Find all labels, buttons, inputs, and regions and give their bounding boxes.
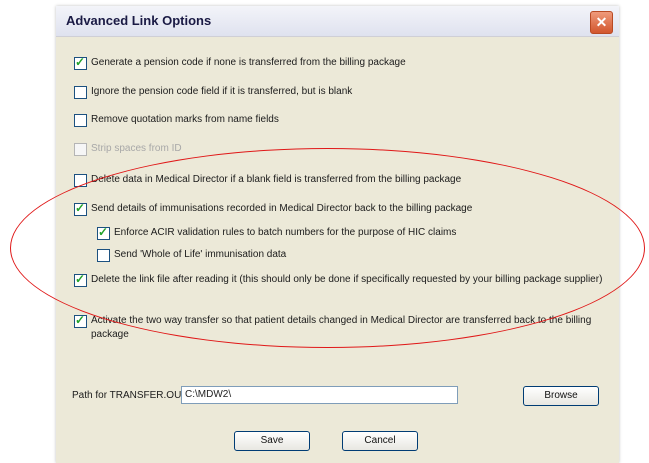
checkbox[interactable] (74, 86, 87, 99)
checkbox[interactable] (74, 272, 87, 287)
option-label: Strip spaces from ID (91, 143, 182, 154)
checkbox (74, 143, 87, 156)
close-icon[interactable]: ✕ (590, 11, 613, 34)
checkbox[interactable] (74, 174, 87, 187)
title-bar: Advanced Link Options ✕ (56, 6, 619, 37)
checkbox[interactable] (97, 249, 110, 262)
option-label: Delete data in Medical Director if a bla… (91, 174, 462, 185)
cancel-button[interactable]: Cancel (342, 431, 418, 451)
option-label: Ignore the pension code field if it is t… (91, 86, 353, 97)
save-button[interactable]: Save (234, 431, 310, 451)
option-label: Generate a pension code if none is trans… (91, 57, 406, 68)
checkbox[interactable] (74, 55, 87, 70)
option-label: Send details of immunisations recorded i… (91, 203, 473, 214)
option-label: Remove quotation marks from name fields (91, 114, 279, 125)
option-label: Activate the two way transfer so that pa… (91, 315, 592, 340)
option-label: Enforce ACIR validation rules to batch n… (114, 227, 457, 238)
checkbox[interactable] (74, 313, 87, 328)
checkbox[interactable] (74, 201, 87, 216)
checkbox[interactable] (74, 114, 87, 127)
advanced-link-options-dialog: Advanced Link Options ✕ Generate a pensi… (56, 6, 619, 463)
option-label: Delete the link file after reading it (t… (91, 274, 603, 285)
browse-button[interactable]: Browse (523, 386, 599, 406)
path-input[interactable]: C:\MDW2\ (181, 386, 458, 404)
checkbox[interactable] (97, 225, 110, 240)
option-label: Send 'Whole of Life' immunisation data (114, 249, 287, 260)
dialog-title: Advanced Link Options (66, 13, 212, 28)
